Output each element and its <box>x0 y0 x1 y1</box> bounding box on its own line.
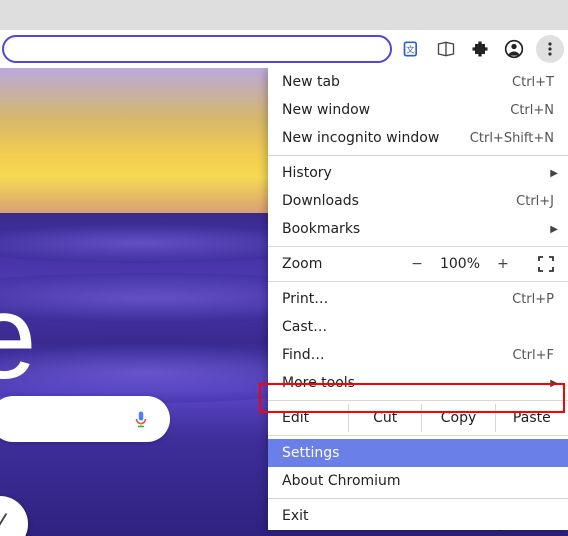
zoom-in-button[interactable]: + <box>496 256 510 272</box>
separator <box>268 281 568 282</box>
menu-edit-row: Edit Cut Copy Paste <box>268 404 568 432</box>
separator <box>268 246 568 247</box>
menu-downloads[interactable]: DownloadsCtrl+J <box>268 187 568 215</box>
menu-shortcut: Ctrl+T <box>512 75 554 90</box>
separator <box>268 498 568 499</box>
menu-bookmarks[interactable]: Bookmarks▶ <box>268 215 568 243</box>
zoom-value: 100% <box>440 256 480 272</box>
menu-shortcut: Ctrl+P <box>512 292 554 307</box>
zoom-controls: − 100% + <box>410 256 554 272</box>
menu-label: Bookmarks <box>282 221 554 237</box>
main-menu: New tabCtrl+T New windowCtrl+N New incog… <box>268 68 568 530</box>
translate-icon[interactable]: 文 <box>400 37 424 61</box>
menu-new-window[interactable]: New windowCtrl+N <box>268 96 568 124</box>
menu-label: About Chromium <box>282 473 554 489</box>
svg-text:文: 文 <box>406 44 415 54</box>
separator <box>268 435 568 436</box>
zoom-out-button[interactable]: − <box>410 256 424 272</box>
toolbar-icons: 文 <box>400 35 564 63</box>
menu-label: Find… <box>282 347 512 363</box>
voice-search-icon[interactable] <box>132 408 150 430</box>
menu-label: New incognito window <box>282 130 470 146</box>
menu-shortcut: Ctrl+F <box>512 348 554 363</box>
edit-paste-button[interactable]: Paste <box>495 404 568 432</box>
separator <box>268 155 568 156</box>
submenu-arrow-icon: ▶ <box>550 168 558 179</box>
menu-shortcut: Ctrl+N <box>510 103 554 118</box>
logo-glyph: e <box>0 268 37 406</box>
menu-shortcut: Ctrl+J <box>516 194 554 209</box>
menu-exit[interactable]: Exit <box>268 502 568 530</box>
menu-history[interactable]: History▶ <box>268 159 568 187</box>
fullscreen-icon[interactable] <box>538 256 554 272</box>
menu-label: Settings <box>282 445 554 461</box>
submenu-arrow-icon: ▶ <box>550 378 558 389</box>
menu-label: Cast… <box>282 319 554 335</box>
tab-strip <box>0 0 568 30</box>
menu-label: New tab <box>282 74 512 90</box>
edit-cut-button[interactable]: Cut <box>348 404 421 432</box>
menu-about[interactable]: About Chromium <box>268 467 568 495</box>
separator <box>268 400 568 401</box>
page-content: e ⁄ gvieworksearc New tabCtrl+T New wind… <box>0 68 568 536</box>
fab-glyph: ⁄ <box>0 508 2 536</box>
edit-copy-button[interactable]: Copy <box>421 404 494 432</box>
menu-cast[interactable]: Cast… <box>268 313 568 341</box>
search-pill[interactable] <box>0 396 170 442</box>
menu-new-incognito[interactable]: New incognito windowCtrl+Shift+N <box>268 124 568 152</box>
profile-icon[interactable] <box>502 37 526 61</box>
menu-button[interactable] <box>536 35 564 63</box>
menu-print[interactable]: Print…Ctrl+P <box>268 285 568 313</box>
menu-label: Print… <box>282 291 512 307</box>
menu-label: Downloads <box>282 193 516 209</box>
menu-find[interactable]: Find…Ctrl+F <box>268 341 568 369</box>
menu-more-tools[interactable]: More tools▶ <box>268 369 568 397</box>
extensions-icon[interactable] <box>468 37 492 61</box>
menu-label: New window <box>282 102 510 118</box>
menu-label: More tools <box>282 375 554 391</box>
submenu-arrow-icon: ▶ <box>550 224 558 235</box>
menu-settings[interactable]: Settings <box>268 439 568 467</box>
toolbar: 文 <box>0 30 568 68</box>
reader-icon[interactable] <box>434 37 458 61</box>
menu-label: Exit <box>282 508 554 524</box>
menu-label: Edit <box>268 410 348 426</box>
menu-label: Zoom <box>282 256 410 272</box>
menu-shortcut: Ctrl+Shift+N <box>470 131 554 146</box>
menu-label: History <box>282 165 554 181</box>
menu-new-tab[interactable]: New tabCtrl+T <box>268 68 568 96</box>
address-bar[interactable] <box>2 35 392 63</box>
menu-zoom: Zoom − 100% + <box>268 250 568 278</box>
